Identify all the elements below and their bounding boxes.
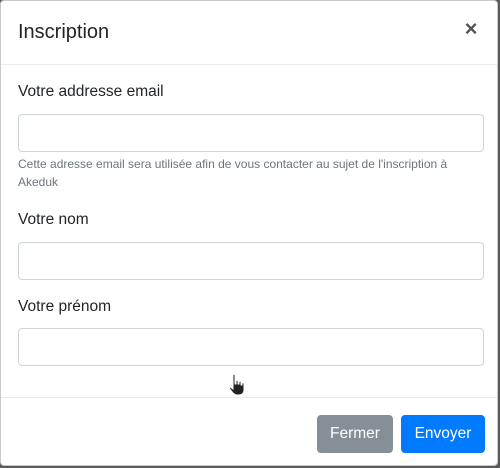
- email-label: Votre addresse email: [18, 83, 164, 100]
- close-button[interactable]: Fermer: [317, 415, 393, 453]
- prenom-label: Votre prénom: [18, 298, 112, 315]
- email-field[interactable]: [18, 114, 484, 152]
- modal-footer: Fermer Envoyer: [1, 397, 497, 468]
- inscription-modal: Inscription × Votre addresse email Cette…: [0, 0, 498, 466]
- nom-field[interactable]: [18, 242, 484, 280]
- modal-title: Inscription: [18, 21, 110, 43]
- close-icon[interactable]: ×: [459, 15, 483, 43]
- email-help-text: Cette adresse email sera utilisée afin d…: [18, 157, 448, 189]
- submit-button[interactable]: Envoyer: [401, 415, 485, 453]
- nom-label: Votre nom: [18, 211, 89, 228]
- modal-header: Inscription ×: [1, 1, 497, 65]
- prenom-field[interactable]: [18, 328, 484, 366]
- hand-pointer-icon: [228, 373, 245, 396]
